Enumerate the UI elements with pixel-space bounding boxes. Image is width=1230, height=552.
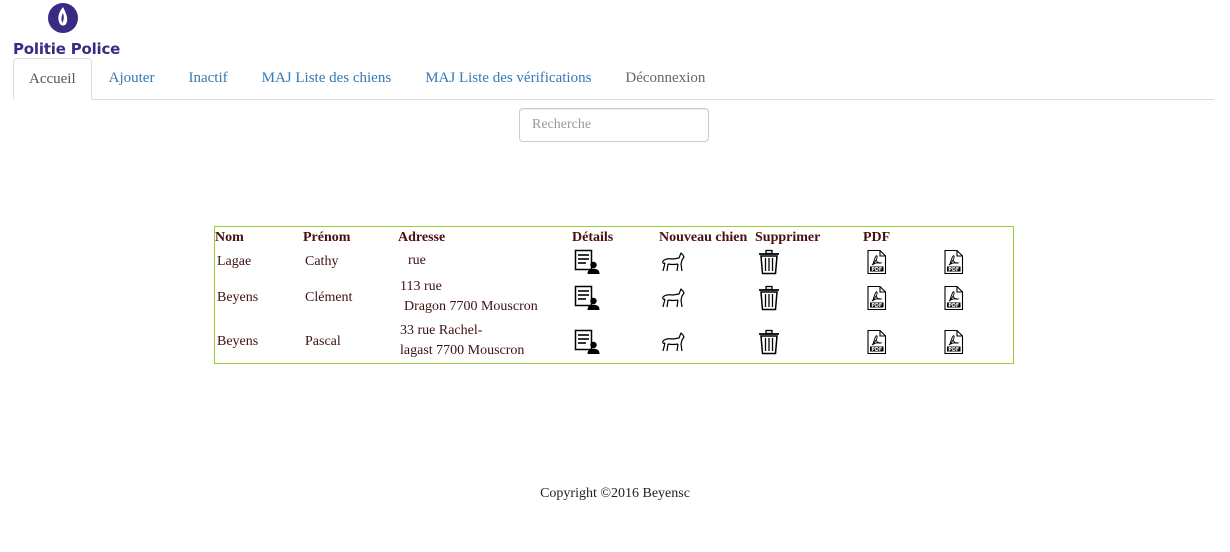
cell-adresse: rue (408, 251, 426, 271)
header-supprimer: Supprimer (755, 230, 821, 245)
pdf-icon[interactable]: PDF (865, 249, 889, 275)
cell-nom: Beyens (217, 334, 259, 349)
logo: Politie Police (13, 2, 123, 58)
dog-icon[interactable] (660, 285, 686, 311)
header-adresse: Adresse (398, 230, 446, 245)
pdf-icon[interactable]: PDF (942, 249, 966, 275)
details-icon[interactable] (574, 249, 600, 275)
trash-icon[interactable] (756, 249, 782, 275)
adresse-line1: rue (408, 253, 426, 268)
cell-prenom: Cathy (305, 254, 339, 269)
cell-prenom: Clément (305, 290, 353, 305)
owners-table: Nom Prénom Adresse Détails Nouveau chien… (214, 226, 1014, 364)
adresse-line1: 33 rue Rachel- (400, 323, 483, 338)
adresse-line2: lagast 7700 Mouscron (400, 343, 525, 358)
cell-adresse: 113 rue Dragon 7700 Mouscron (400, 277, 538, 317)
header-details: Détails (572, 230, 614, 245)
details-icon[interactable] (574, 285, 600, 311)
adresse-line2: Dragon 7700 Mouscron (404, 299, 538, 314)
pdf-icon[interactable]: PDF (942, 329, 966, 355)
tab-maj-liste-verifications[interactable]: MAJ Liste des vérifications (408, 58, 608, 99)
svg-text:PDF: PDF (871, 267, 882, 273)
search-input[interactable] (519, 108, 709, 142)
cell-adresse: 33 rue Rachel- lagast 7700 Mouscron (400, 321, 524, 361)
svg-text:PDF: PDF (871, 347, 882, 353)
brand-name: Politie Police (13, 40, 121, 58)
copyright-footer: Copyright ©2016 Beyensc (540, 486, 690, 501)
pdf-icon[interactable]: PDF (865, 329, 889, 355)
tab-deconnexion[interactable]: Déconnexion (608, 58, 722, 99)
svg-text:PDF: PDF (948, 303, 959, 309)
tab-accueil[interactable]: Accueil (13, 58, 92, 100)
svg-text:PDF: PDF (871, 303, 882, 309)
pdf-icon[interactable]: PDF (865, 285, 889, 311)
header-prenom: Prénom (303, 230, 351, 245)
dog-icon[interactable] (660, 329, 686, 355)
pdf-icon[interactable]: PDF (942, 285, 966, 311)
adresse-line1: 113 rue (400, 279, 442, 294)
header-pdf: PDF (863, 230, 891, 245)
header-nom: Nom (215, 230, 244, 245)
tab-ajouter[interactable]: Ajouter (92, 58, 172, 99)
header-nouveau-chien: Nouveau chien (659, 230, 748, 245)
cell-nom: Lagae (217, 254, 252, 269)
details-icon[interactable] (574, 329, 600, 355)
cell-nom: Beyens (217, 290, 259, 305)
nav-tabs: Accueil Ajouter Inactif MAJ Liste des ch… (13, 58, 1214, 100)
trash-icon[interactable] (756, 329, 782, 355)
police-emblem-icon (48, 3, 78, 33)
tab-maj-liste-chiens[interactable]: MAJ Liste des chiens (245, 58, 409, 99)
cell-prenom: Pascal (305, 334, 341, 349)
dog-icon[interactable] (660, 249, 686, 275)
svg-text:PDF: PDF (948, 347, 959, 353)
svg-text:PDF: PDF (948, 267, 959, 273)
trash-icon[interactable] (756, 285, 782, 311)
tab-inactif[interactable]: Inactif (171, 58, 244, 99)
